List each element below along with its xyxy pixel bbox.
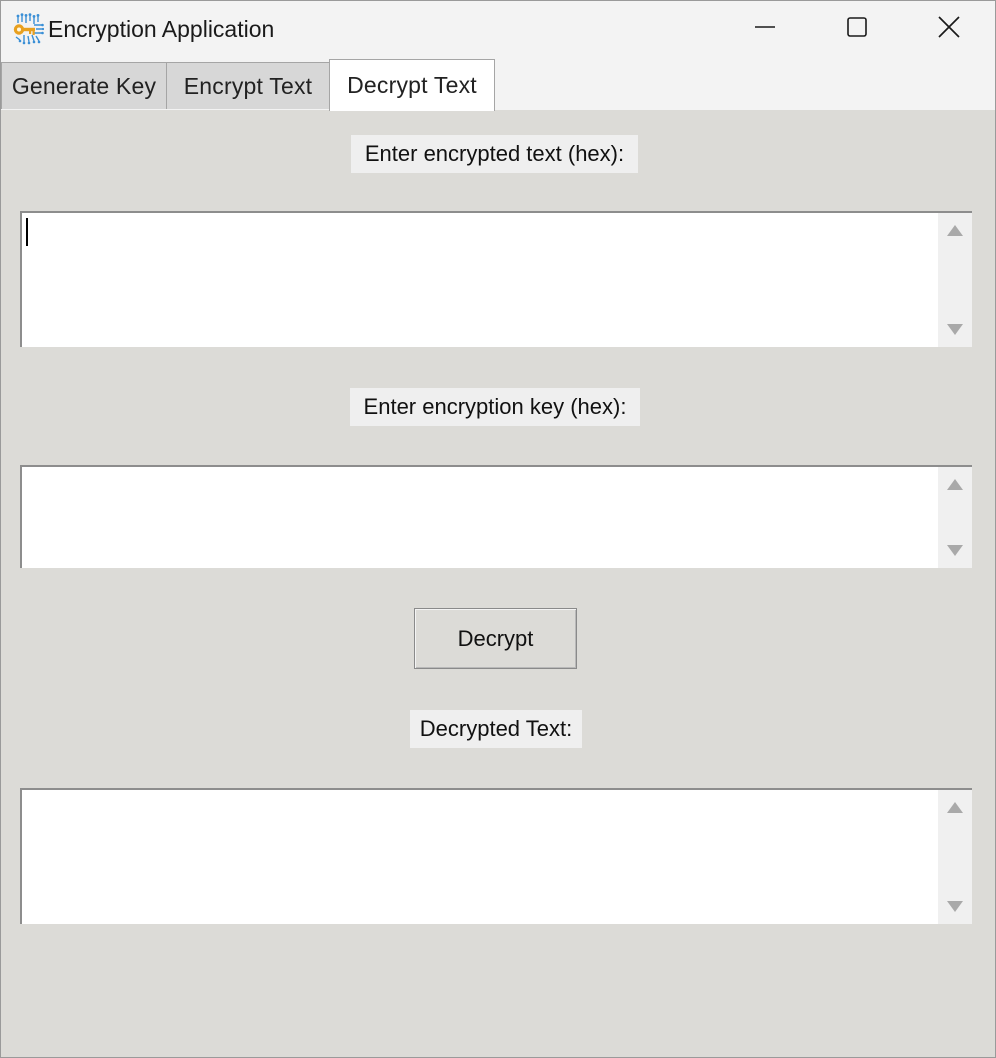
encryption-key-label: Enter encryption key (hex): — [350, 388, 640, 426]
maximize-button[interactable] — [811, 1, 903, 57]
scroll-up-arrow-icon[interactable] — [947, 225, 963, 236]
scroll-down-arrow-icon[interactable] — [947, 324, 963, 335]
decrypted-text-scrollbar[interactable] — [938, 790, 972, 924]
decrypted-text-area[interactable] — [22, 790, 936, 924]
tab-encrypt-text[interactable]: Encrypt Text — [166, 62, 330, 109]
encrypted-text-label: Enter encrypted text (hex): — [351, 135, 638, 173]
scroll-up-arrow-icon[interactable] — [947, 479, 963, 490]
decrypted-text-field[interactable] — [20, 788, 972, 924]
decrypt-button[interactable]: Decrypt — [414, 608, 577, 669]
encrypted-text-field[interactable] — [20, 211, 972, 347]
tab-decrypt-text[interactable]: Decrypt Text — [329, 59, 495, 111]
close-icon — [937, 15, 961, 44]
window-title: Encryption Application — [48, 16, 275, 42]
title-bar[interactable]: Encryption Application — [1, 1, 995, 57]
encrypted-text-area[interactable] — [22, 213, 936, 347]
scroll-down-arrow-icon[interactable] — [947, 901, 963, 912]
text-cursor — [26, 218, 28, 246]
encryption-key-scrollbar[interactable] — [938, 467, 972, 568]
encryption-key-area[interactable] — [22, 467, 936, 568]
encryption-key-field[interactable] — [20, 465, 972, 568]
minimize-icon — [754, 16, 776, 43]
minimize-button[interactable] — [719, 1, 811, 57]
encrypted-text-scrollbar[interactable] — [938, 213, 972, 347]
scroll-up-arrow-icon[interactable] — [947, 802, 963, 813]
app-window: Encryption Application Generate Key Encr… — [0, 0, 996, 1058]
tab-generate-key[interactable]: Generate Key — [1, 62, 167, 109]
decrypt-panel: Enter encrypted text (hex): Enter encryp… — [1, 110, 995, 1057]
scroll-down-arrow-icon[interactable] — [947, 545, 963, 556]
decrypted-text-label: Decrypted Text: — [410, 710, 582, 748]
close-button[interactable] — [903, 1, 995, 57]
tab-strip: Generate Key Encrypt Text Decrypt Text — [1, 57, 995, 111]
key-circuit-icon — [12, 13, 45, 45]
maximize-icon — [846, 16, 868, 43]
